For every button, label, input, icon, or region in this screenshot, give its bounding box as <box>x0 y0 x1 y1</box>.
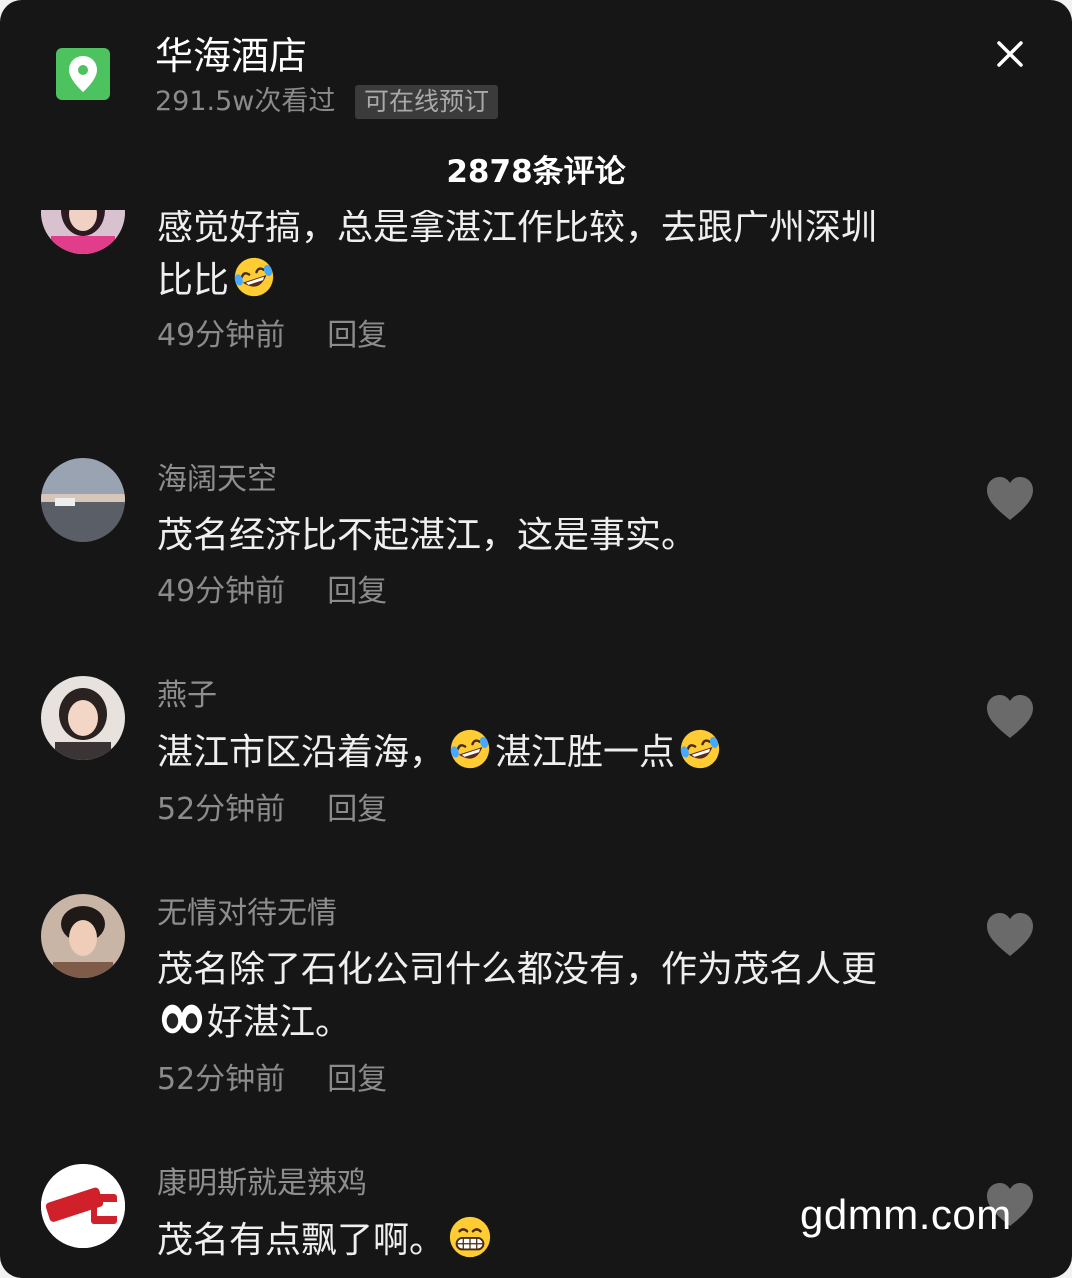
comments-panel: 华海酒店 291.5w次看过 可在线预订 2878条评论 感觉好搞，总是拿湛江作… <box>0 0 1072 1278</box>
comment-username[interactable]: 无情对待无情 <box>157 894 337 934</box>
poi-title[interactable]: 华海酒店 <box>155 32 307 80</box>
reply-button[interactable]: 回复 <box>327 792 387 827</box>
comment-text: 茂名经济比不起湛江，这是事实。 <box>157 515 698 556</box>
reply-button[interactable]: 回复 <box>327 318 387 353</box>
avatar[interactable] <box>41 210 125 254</box>
avatar[interactable] <box>41 1164 125 1248</box>
watermark: gdmm.com <box>800 1191 1012 1238</box>
heart-icon[interactable] <box>985 912 1035 958</box>
comment-text: 茂名除了石化公司什么都没有，作为茂名人更 好湛江。 <box>157 949 878 1043</box>
comment-username[interactable]: 燕子 <box>157 676 217 716</box>
panel-header: 华海酒店 291.5w次看过 可在线预订 2878条评论 <box>0 0 1072 210</box>
comment-time: 52分钟前 <box>157 792 286 827</box>
eyes-emoji <box>159 996 205 1042</box>
map-pin-icon[interactable] <box>56 48 110 100</box>
comment-text: 感觉好搞，总是拿湛江作比较，去跟广州深圳 比比 <box>157 210 878 301</box>
comment-meta: 49分钟前 回复 <box>157 572 387 612</box>
booking-badge[interactable]: 可在线预订 <box>355 85 499 119</box>
comment-meta: 49分钟前 回复 <box>157 316 387 356</box>
comment-username[interactable]: 海阔天空 <box>157 460 277 500</box>
poi-view-count: 291.5w次看过 <box>155 86 336 117</box>
comment-meta: 52分钟前 回复 <box>157 1060 387 1100</box>
close-icon <box>997 41 1023 67</box>
close-button[interactable] <box>986 30 1034 78</box>
comment-time: 49分钟前 <box>157 318 286 353</box>
rolling-on-floor-laughing-emoji <box>677 726 723 772</box>
avatar[interactable] <box>41 894 125 978</box>
avatar[interactable] <box>41 676 125 760</box>
comment-list[interactable]: 感觉好搞，总是拿湛江作比较，去跟广州深圳 比比 49分钟前 回复 海阔天空 茂名经… <box>0 210 1072 1278</box>
comment-time: 49分钟前 <box>157 574 286 609</box>
reply-button[interactable]: 回复 <box>327 1062 387 1097</box>
heart-icon[interactable] <box>985 476 1035 522</box>
rolling-on-floor-laughing-emoji <box>447 726 493 772</box>
heart-icon[interactable] <box>985 694 1035 740</box>
reply-button[interactable]: 回复 <box>327 574 387 609</box>
comment-username[interactable]: 康明斯就是辣鸡 <box>157 1164 367 1204</box>
comment-meta: 52分钟前 回复 <box>157 790 387 830</box>
avatar[interactable] <box>41 458 125 542</box>
rolling-on-floor-laughing-emoji <box>231 254 277 300</box>
grinning-emoji <box>447 1214 493 1260</box>
comment-text: 湛江市区沿着海， 湛江胜一点 <box>157 726 947 779</box>
comment-count-title: 2878条评论 <box>446 154 626 190</box>
comment-time: 52分钟前 <box>157 1062 286 1097</box>
